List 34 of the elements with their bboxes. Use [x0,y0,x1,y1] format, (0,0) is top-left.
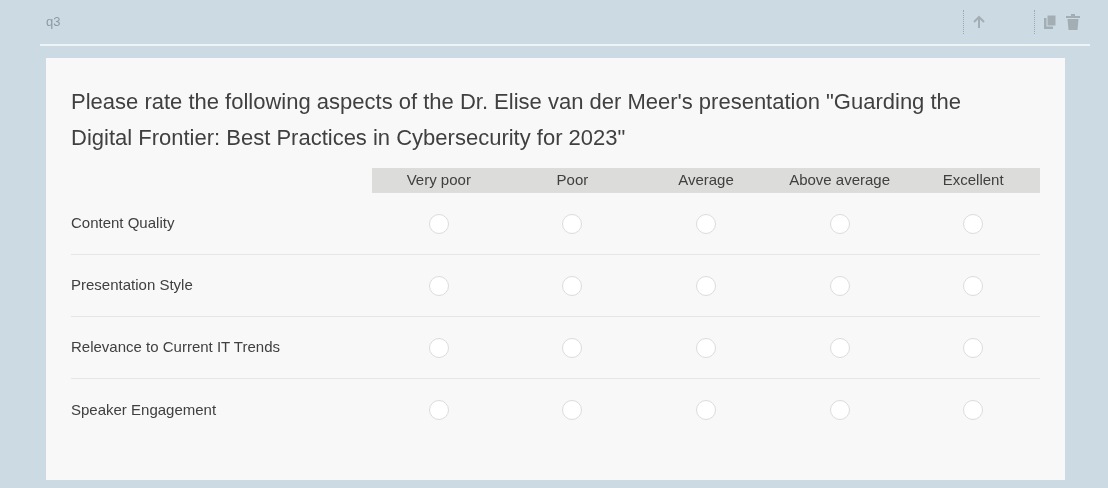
radio-button[interactable] [562,213,583,234]
radio-button[interactable] [428,400,449,420]
question-title: Please rate the following aspects of the Dr. Elise van der Meer's presentation "Guarding the Digital Frontier: Best Practices in Cybersecurity for 2023" [71,88,963,152]
row-label: Presentation Style [71,275,194,296]
column-header: Poor [556,170,589,191]
column-header: Excellent [942,170,1004,191]
radio-button[interactable] [963,213,984,234]
column-header: Average [678,170,734,191]
radio-button[interactable] [963,337,984,358]
radio-button[interactable] [428,337,449,358]
question-name: q3 [46,13,61,32]
row-label: Relevance to Current IT Trends [71,337,281,358]
radio-button[interactable] [428,213,449,234]
radio-button[interactable] [562,400,583,420]
radio-button[interactable] [696,337,716,358]
radio-button[interactable] [562,275,583,296]
radio-button[interactable] [963,400,984,420]
radio-button[interactable] [696,400,716,420]
radio-button[interactable] [696,213,716,234]
radio-button[interactable] [963,275,984,296]
radio-button[interactable] [829,213,850,234]
row-label: Content Quality [71,213,176,234]
column-header: Very poor [406,170,471,191]
radio-button[interactable] [428,275,449,296]
row-label: Speaker Engagement [71,399,218,420]
copy-icon[interactable] [1043,14,1057,30]
radio-button[interactable] [829,275,850,296]
radio-button[interactable] [562,337,583,358]
column-header: Above average [789,170,891,191]
radio-button[interactable] [829,400,850,420]
trash-icon[interactable] [1066,14,1080,30]
arrow-up-icon[interactable] [972,15,986,29]
radio-button[interactable] [829,337,850,358]
radio-button[interactable] [696,275,716,296]
